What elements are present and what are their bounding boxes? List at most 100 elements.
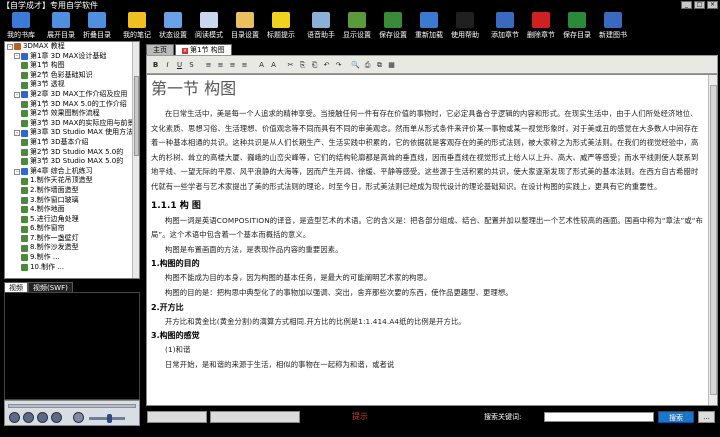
- page-icon: [21, 254, 28, 262]
- tree-item[interactable]: 第1节 3D基本介绍: [5, 138, 139, 148]
- tab-video-swf[interactable]: 视频(SWF): [28, 282, 73, 292]
- toolbar-button-label: 折叠目录: [83, 31, 111, 39]
- editor-tool-button[interactable]: ↶: [321, 59, 332, 70]
- toolbar-icon: [128, 12, 146, 28]
- volume-knob[interactable]: [107, 414, 112, 423]
- toolbar-button[interactable]: 新建图书: [595, 10, 631, 40]
- tree-item[interactable]: - 第2章 3D MAX工作介绍及应用: [5, 90, 139, 100]
- editor-tool-button[interactable]: ⎗: [309, 59, 320, 70]
- editor-tool-button[interactable]: 🔍: [350, 59, 361, 70]
- tree-item[interactable]: 6.制作窗帘: [5, 224, 139, 234]
- close-tab-icon[interactable]: ×: [182, 48, 188, 54]
- editor-tool-button[interactable]: A: [268, 59, 279, 70]
- next-icon[interactable]: [51, 412, 62, 423]
- editor-tool-button[interactable]: I: [162, 59, 173, 70]
- tree-item[interactable]: 第2节 色彩基础知识: [5, 71, 139, 81]
- tree-item[interactable]: - 第1章 3D MAX设计基础: [5, 52, 139, 62]
- editor-tool-button[interactable]: ▦: [386, 59, 397, 70]
- tab-home-label: 主页: [153, 46, 167, 54]
- search-button[interactable]: 搜索: [658, 411, 694, 423]
- status-pane: [210, 411, 300, 423]
- tree-item[interactable]: - 第3章 3D Studio MAX 使用方法: [5, 128, 139, 138]
- tree-item[interactable]: 8.制作沙发造型: [5, 243, 139, 253]
- editor-tool-button[interactable]: ↷: [333, 59, 344, 70]
- tree-item[interactable]: 1.制作天花吊顶造型: [5, 176, 139, 186]
- page-icon: [21, 100, 28, 108]
- toolbar-button-label: 新建图书: [599, 31, 627, 39]
- tree-item[interactable]: 第3节 透视: [5, 80, 139, 90]
- stop-icon[interactable]: [23, 412, 34, 423]
- tree-item[interactable]: 第1节 3D MAX 5.0的工作介绍: [5, 100, 139, 110]
- editor-tool-button[interactable]: B: [150, 59, 161, 70]
- tab-video[interactable]: 视频: [4, 282, 28, 292]
- page-icon: [21, 235, 28, 243]
- toolbar-button[interactable]: 使用帮助: [447, 10, 483, 40]
- maximize-button[interactable]: □: [694, 1, 705, 9]
- toolbar-button[interactable]: 目录设置: [227, 10, 263, 40]
- editor-tool-button[interactable]: U: [174, 59, 185, 70]
- toolbar-button[interactable]: 折叠目录: [79, 10, 115, 40]
- collapse-icon[interactable]: -: [14, 53, 20, 60]
- toolbar-button[interactable]: 删除章节: [523, 10, 559, 40]
- toolbar-button[interactable]: 我的书库: [3, 10, 39, 40]
- tree-item[interactable]: 2.制作墙面造型: [5, 186, 139, 196]
- toolbar-button[interactable]: 添加章节: [487, 10, 523, 40]
- toolbar-button[interactable]: 重新加载: [411, 10, 447, 40]
- tab-home[interactable]: 主页: [146, 44, 174, 55]
- toolbar-button[interactable]: 状态设置: [155, 10, 191, 40]
- tree-item[interactable]: 5.进行边角处理: [5, 215, 139, 225]
- document-scroll-thumb[interactable]: [710, 85, 717, 395]
- tree-item[interactable]: 9.制作 ...: [5, 253, 139, 263]
- tree-item[interactable]: - 第4章 综合上机练习: [5, 167, 139, 177]
- search-options-button[interactable]: ...: [698, 411, 715, 423]
- tree-scroll-thumb[interactable]: [134, 76, 139, 156]
- toolbar-button[interactable]: 阅读模式: [191, 10, 227, 40]
- toolbar-icon: [348, 12, 366, 28]
- close-button[interactable]: ×: [707, 1, 718, 9]
- toolbar-button[interactable]: 保存目录: [559, 10, 595, 40]
- previous-icon[interactable]: [37, 412, 48, 423]
- editor-tool-button[interactable]: ⎙: [362, 59, 373, 70]
- editor-tool-button[interactable]: ⎘: [297, 59, 308, 70]
- editor-tool-button[interactable]: S: [186, 59, 197, 70]
- page-icon: [21, 225, 28, 233]
- search-input[interactable]: [544, 412, 654, 422]
- toolbar-button[interactable]: 展开目录: [43, 10, 79, 40]
- tree-item[interactable]: 第2节 3D Studio MAX 5.0的: [5, 148, 139, 158]
- toolbar-button[interactable]: 保存设置: [375, 10, 411, 40]
- editor-tool-button[interactable]: A: [256, 59, 267, 70]
- toolbar-button[interactable]: 显示设置: [339, 10, 375, 40]
- collapse-icon[interactable]: -: [14, 168, 20, 175]
- tree-item[interactable]: 第2节 效果图制作流程: [5, 109, 139, 119]
- book-icon: [14, 43, 21, 51]
- document-scrollbar[interactable]: [708, 75, 717, 405]
- paragraph: (1)和谐: [165, 345, 191, 355]
- tree-item[interactable]: 3.制作窗口玻璃: [5, 196, 139, 206]
- tree-item[interactable]: 第1节 构图: [5, 61, 139, 71]
- editor-tool-button[interactable]: ≡: [227, 59, 238, 70]
- toolbar-button[interactable]: 标题提示: [263, 10, 299, 40]
- toolbar-button[interactable]: 我的笔记: [119, 10, 155, 40]
- toolbar-button[interactable]: 语音助手: [303, 10, 339, 40]
- paragraph: 构图的目的是：把构思中典型化了的事物加以强调、突出，舍弃那些次要的东西，使作品更…: [165, 287, 513, 297]
- tab-current-section[interactable]: × 第1节 构图: [175, 44, 232, 55]
- editor-tool-button[interactable]: ≡: [215, 59, 226, 70]
- play-icon[interactable]: [9, 412, 20, 423]
- editor-tool-button[interactable]: ✂: [285, 59, 296, 70]
- editor-tool-button[interactable]: ≡: [203, 59, 214, 70]
- minimize-button[interactable]: _: [681, 1, 692, 9]
- page-icon: [21, 148, 28, 156]
- seek-bar[interactable]: [8, 404, 136, 408]
- collapse-icon[interactable]: -: [14, 91, 20, 98]
- tree-item[interactable]: 第3节 3D MAX的实际应用与前景: [5, 119, 139, 129]
- editor-tool-button[interactable]: ⧉: [374, 59, 385, 70]
- volume-icon[interactable]: [73, 412, 84, 423]
- collapse-icon[interactable]: -: [7, 43, 13, 50]
- tree-item[interactable]: 第3节 3D Studio MAX 5.0的: [5, 157, 139, 167]
- tree-scrollbar[interactable]: [132, 42, 139, 278]
- tree-item[interactable]: - 3DMAX 教程: [5, 42, 139, 52]
- collapse-icon[interactable]: -: [14, 130, 20, 137]
- tree-item[interactable]: 4.制作地面: [5, 205, 139, 215]
- tree-item[interactable]: 10.制作 ...: [5, 263, 139, 273]
- editor-tool-button[interactable]: ≡: [239, 59, 250, 70]
